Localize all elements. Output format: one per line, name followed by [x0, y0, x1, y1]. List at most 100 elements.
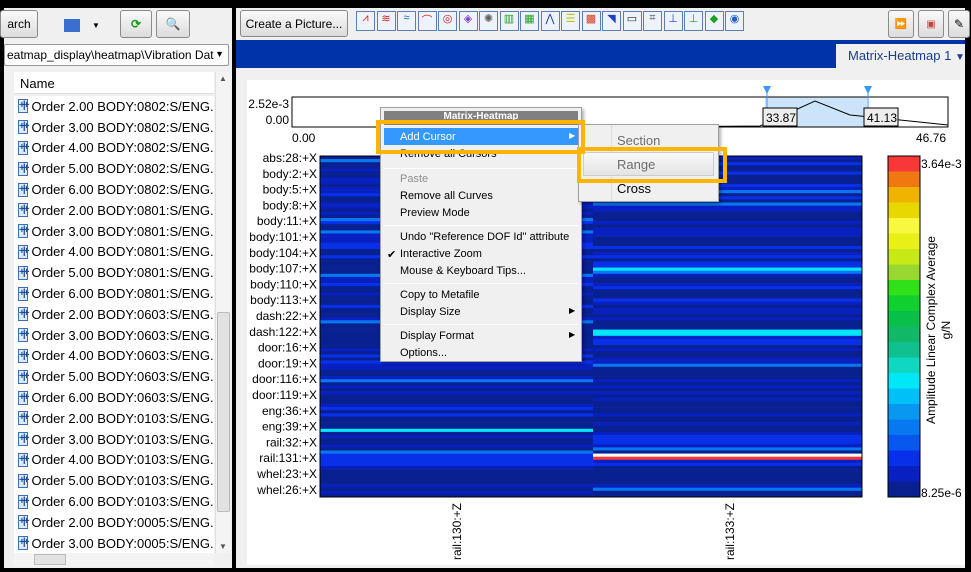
heatmap-cell [593, 249, 862, 253]
mini-y-max: 2.52e-3 [248, 97, 289, 111]
menu-item-options[interactable]: Options... [400, 347, 447, 359]
heatmap-cell [593, 289, 862, 293]
colorbar-max: 3.64e-3 [921, 157, 962, 171]
heatmap-cell [593, 307, 862, 312]
heatmap-cell [593, 230, 862, 234]
row-label: body:113:+X [250, 293, 317, 307]
colorbar-swatch [888, 388, 920, 405]
colorbar-swatch [888, 435, 920, 451]
submenu-item-cross[interactable]: Cross [617, 181, 651, 196]
heatmap-cell [593, 459, 862, 464]
heatmap-cell [320, 407, 593, 411]
row-label: door:119:+X [252, 388, 317, 402]
menu-item-interactive-zoom[interactable]: Interactive Zoom [400, 248, 482, 260]
heatmap-cell [593, 311, 862, 315]
heatmap-cell [320, 475, 593, 479]
heatmap-cell [593, 354, 862, 358]
heatmap-cell [593, 428, 862, 433]
heatmap-cell [593, 400, 862, 405]
heatmap-cell [593, 270, 862, 275]
heatmap-cell [593, 376, 862, 380]
heatmap-cell [320, 444, 593, 448]
heatmap-cell [320, 391, 593, 395]
heatmap-cell [593, 348, 862, 352]
heatmap-cell [320, 478, 593, 482]
heatmap-cell [593, 385, 862, 389]
menu-item-display-format[interactable]: Display Format [400, 330, 474, 342]
heatmap-cell [593, 407, 862, 411]
heatmap-cell [593, 444, 862, 448]
heatmap-cell [320, 422, 593, 426]
heatmap-cell [593, 236, 862, 240]
heatmap-cell [320, 481, 593, 485]
menu-item-copy-to-metafile[interactable]: Copy to Metafile [400, 289, 479, 301]
heatmap-cell [320, 373, 593, 377]
colorbar-swatch [888, 311, 920, 327]
menu-separator [384, 324, 578, 325]
row-label: rail:131:+X [259, 451, 317, 465]
heatmap-cell [593, 373, 862, 377]
column-label: rail:133:+Z [723, 503, 737, 560]
highlight-box-add-cursor [376, 120, 585, 154]
heatmap-cell [593, 351, 862, 355]
heatmap-cell [593, 382, 862, 386]
menu-item-remove-all-curves[interactable]: Remove all Curves [400, 190, 493, 202]
heatmap-cell [593, 435, 862, 439]
heatmap-cell [593, 314, 862, 318]
heatmap-cell [593, 419, 862, 423]
menu-item-paste[interactable]: Paste [400, 173, 428, 185]
heatmap-cell [593, 295, 862, 299]
heatmap-cell [320, 416, 593, 420]
heatmap-cell [593, 332, 862, 337]
heatmap-cell [593, 301, 862, 306]
heatmap-cell [593, 267, 862, 271]
heatmap-cell [320, 450, 593, 454]
menu-separator [384, 283, 578, 284]
heatmap-cell [320, 490, 593, 495]
heatmap-cell [320, 382, 593, 386]
heatmap-cell [593, 472, 862, 476]
row-label: body:107:+X [249, 262, 317, 276]
heatmap-cell [593, 218, 862, 222]
submenu-item-section[interactable]: Section [617, 133, 660, 148]
row-label: body:110:+X [250, 277, 317, 291]
heatmap-cell [593, 391, 862, 395]
colorbar-swatch [888, 481, 920, 498]
row-label: whel:23:+X [256, 467, 317, 481]
menu-item-mouse-keyboard-tips[interactable]: Mouse & Keyboard Tips... [400, 265, 526, 277]
heatmap-cell [593, 255, 862, 259]
colorbar-swatch [888, 249, 920, 265]
row-label: abs:28:+X [263, 151, 317, 165]
colorbar-swatch [888, 404, 920, 420]
heatmap-cell [320, 388, 593, 392]
heatmap-cell [593, 357, 862, 361]
colorbar-swatch [888, 357, 920, 374]
heatmap-cell [593, 320, 862, 324]
heatmap-cell [593, 456, 862, 461]
heatmap-cell [593, 323, 862, 327]
cursor-value: 33.87 [766, 111, 796, 125]
heatmap-cell [320, 435, 593, 439]
heatmap-cell [320, 376, 593, 380]
heatmap-cell [320, 394, 593, 399]
heatmap-cell [320, 459, 593, 464]
heatmap-cell [593, 478, 862, 482]
heatmap-cell [593, 342, 862, 346]
heatmap-cell [593, 202, 862, 206]
menu-item-preview-mode[interactable]: Preview Mode [400, 207, 470, 219]
heatmap-cell [593, 292, 862, 296]
heatmap-cell [593, 431, 862, 436]
highlight-box-range [577, 147, 727, 183]
heatmap-cell [593, 388, 862, 392]
heatmap-cell [320, 447, 593, 451]
heatmap-cell [593, 298, 862, 302]
heatmap-cell [593, 208, 862, 213]
heatmap-cell [320, 369, 593, 374]
menu-item-undo-reference-dof-id-attribute[interactable]: Undo "Reference DOF Id" attribute [400, 231, 569, 243]
colorbar-swatch [888, 326, 920, 343]
heatmap-cell [320, 453, 593, 457]
heatmap-cell [593, 369, 862, 374]
colorbar-swatch [888, 218, 920, 234]
colorbar-swatch [888, 202, 920, 219]
menu-item-display-size[interactable]: Display Size [400, 306, 461, 318]
